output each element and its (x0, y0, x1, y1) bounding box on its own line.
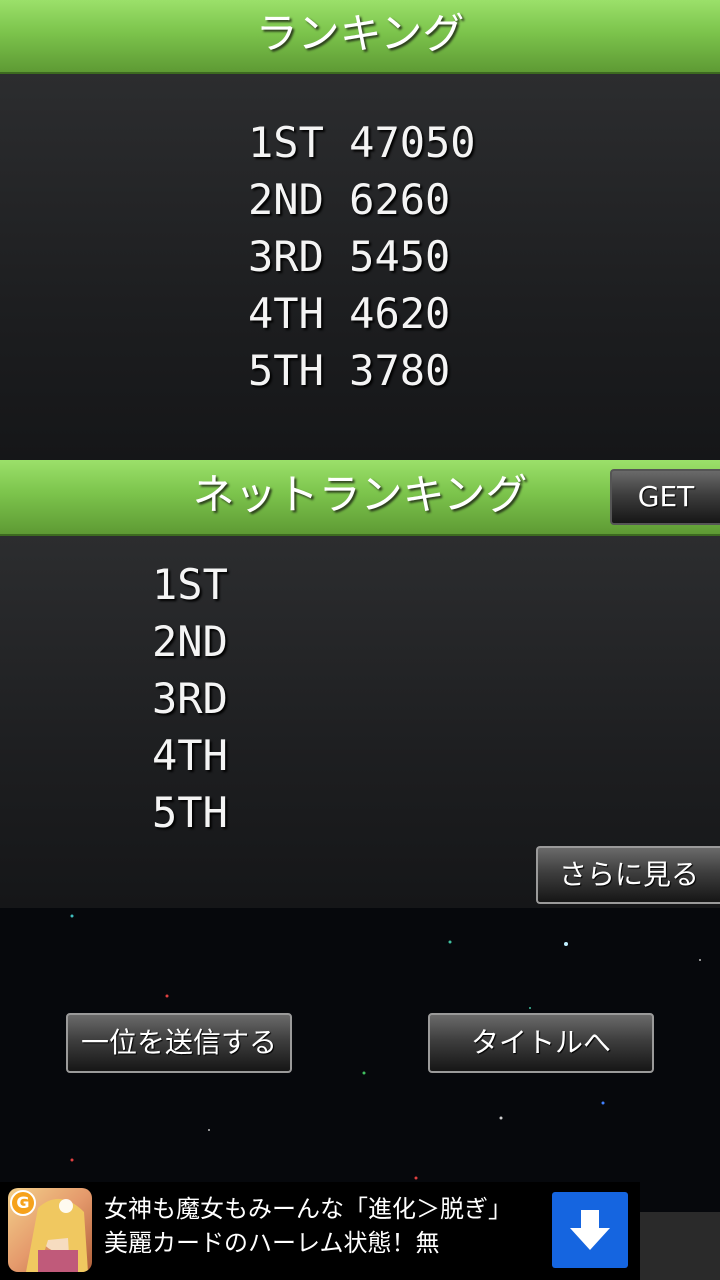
net-ranking-row: 3RD (152, 674, 228, 723)
ad-text[interactable]: 女神も魔女もみーんな「進化＞脱ぎ」 美麗カードのハーレム状態！無 (104, 1192, 534, 1272)
ranking-title: ランキング (255, 9, 465, 58)
rank-score: 4620 (349, 289, 451, 338)
ad-banner[interactable]: G 女神も魔女もみーんな「進化＞脱ぎ」 美麗カードのハーレム状態！無 (0, 1182, 640, 1280)
ranking-row: 3RD 5450 (248, 228, 476, 285)
ad-logo-letter: G (16, 1193, 30, 1212)
net-ranking-title: ネットランキング (192, 470, 528, 519)
get-button[interactable]: GET (610, 469, 720, 525)
see-more-button[interactable]: さらに見る (536, 846, 720, 904)
download-arrow-icon (570, 1210, 610, 1250)
net-ranking-row: 4TH (152, 731, 228, 780)
rank-label: 1ST (248, 118, 324, 167)
rank-score: 47050 (349, 118, 476, 167)
rank-score: 3780 (349, 346, 451, 395)
rank-score: 5450 (349, 232, 451, 281)
to-title-button[interactable]: タイトルへ (428, 1013, 654, 1073)
rank-label: 4TH (248, 289, 324, 338)
net-ranking-list: 1ST 2ND 3RD 4TH 5TH (152, 556, 228, 841)
ad-app-icon[interactable]: G (8, 1188, 92, 1272)
ranking-row: 5TH 3780 (248, 342, 476, 399)
send-first-place-label: 一位を送信する (80, 1026, 277, 1059)
to-title-label: タイトルへ (470, 1026, 611, 1059)
net-ranking-row: 5TH (152, 788, 228, 837)
see-more-label: さらに見る (558, 858, 699, 891)
ranking-list: 1ST 47050 2ND 6260 3RD 5450 4TH 4620 5TH… (248, 114, 476, 399)
get-button-label: GET (637, 480, 695, 513)
net-ranking-row: 1ST (152, 560, 228, 609)
ad-side-strip (640, 1212, 720, 1280)
ranking-row: 2ND 6260 (248, 171, 476, 228)
send-first-place-button[interactable]: 一位を送信する (66, 1013, 292, 1073)
ranking-header: ランキング (0, 0, 720, 74)
ad-logo-icon: G (10, 1190, 36, 1216)
ranking-panel: 1ST 47050 2ND 6260 3RD 5450 4TH 4620 5TH… (0, 74, 720, 460)
ranking-row: 1ST 47050 (248, 114, 476, 171)
rank-score: 6260 (349, 175, 451, 224)
rank-label: 2ND (248, 175, 324, 224)
rank-label: 3RD (248, 232, 324, 281)
ranking-row: 4TH 4620 (248, 285, 476, 342)
rank-label: 5TH (248, 346, 324, 395)
net-ranking-row: 2ND (152, 617, 228, 666)
download-button[interactable] (552, 1192, 628, 1268)
